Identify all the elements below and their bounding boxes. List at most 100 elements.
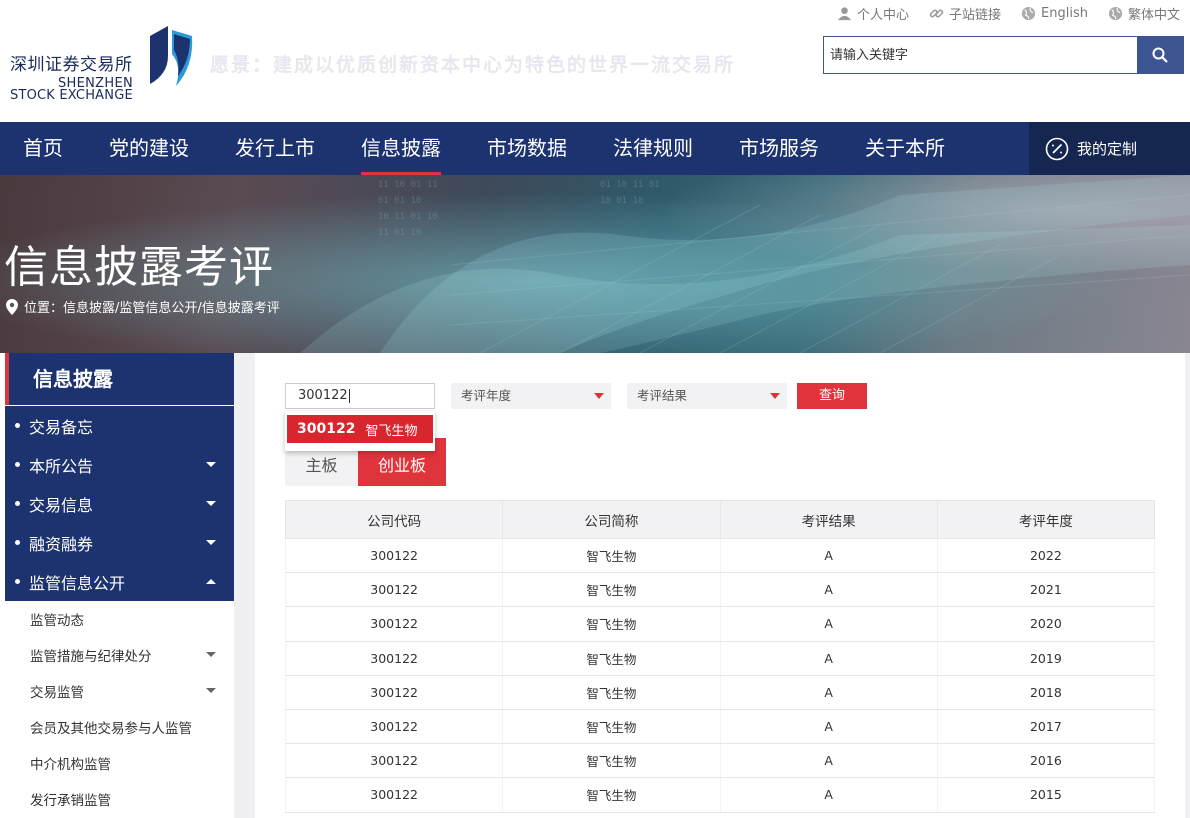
breadcrumb: 位置：信息披露/监管信息公开/信息披露考评 xyxy=(6,297,280,316)
search-icon xyxy=(1152,47,1168,63)
globe-icon xyxy=(1021,6,1036,21)
cell-name[interactable]: 智飞生物 xyxy=(502,572,721,608)
sidebar-subitem-member-supervision[interactable]: 会员及其他交易参与人监管 xyxy=(5,709,234,745)
cell-name[interactable]: 智飞生物 xyxy=(502,743,721,779)
result-select[interactable]: 考评结果 xyxy=(627,383,787,409)
page-banner: 11 10 01 11 01 01 10 10 11 01 10 11 01 10 … xyxy=(0,175,1190,353)
traditional-chinese-link[interactable]: 繁体中文 xyxy=(1108,4,1180,23)
site-header: 深圳证券交易所 SHENZHEN STOCK EXCHANGE 愿景：建成以优质… xyxy=(0,0,1190,122)
sidebar-subitem-label: 交易监管 xyxy=(30,685,84,701)
cell-result: A xyxy=(719,709,938,745)
sidebar-sub-menu: 监管动态 监管措施与纪律处分 交易监管 会员及其他交易参与人监管 中介机构监管 … xyxy=(5,601,234,817)
nav-disclosure[interactable]: 信息披露 xyxy=(338,122,464,175)
bullet-icon xyxy=(15,579,20,584)
site-search xyxy=(823,36,1184,74)
cell-result: A xyxy=(719,743,938,779)
column-header[interactable]: 考评结果 xyxy=(719,500,938,539)
sidebar-subitem-regulatory-news[interactable]: 监管动态 xyxy=(5,601,234,637)
cell-name[interactable]: 智飞生物 xyxy=(502,777,721,813)
breadcrumb-text[interactable]: 位置：信息披露/监管信息公开/信息披露考评 xyxy=(24,297,280,316)
customize-icon xyxy=(1045,137,1069,160)
search-button[interactable] xyxy=(1137,37,1183,73)
logo-english-line2: STOCK EXCHANGE xyxy=(10,88,133,103)
column-header[interactable]: 公司简称 xyxy=(502,500,721,539)
nav-party-building[interactable]: 党的建设 xyxy=(86,122,212,175)
sidebar-item-trading-info[interactable]: 交易信息 xyxy=(5,484,234,523)
nav-about[interactable]: 关于本所 xyxy=(842,122,968,175)
table-row: 300122 智飞生物 A 2022 xyxy=(284,538,1156,574)
location-pin-icon xyxy=(6,298,18,315)
autocomplete-option[interactable]: 300122 智飞生物 xyxy=(287,415,433,443)
cell-name[interactable]: 智飞生物 xyxy=(502,538,721,574)
bullet-icon xyxy=(15,540,20,545)
sidebar-subitem-underwriting-supervision[interactable]: 发行承销监管 xyxy=(5,781,234,817)
chevron-down-icon xyxy=(206,540,216,545)
chevron-down-icon xyxy=(206,462,216,467)
table-row: 300122 智飞生物 A 2017 xyxy=(284,709,1156,745)
svg-text:11 10 01 11: 11 10 01 11 xyxy=(378,180,438,190)
table-row: 300122 智飞生物 A 2021 xyxy=(284,572,1156,608)
sidebar-subitem-trading-supervision[interactable]: 交易监管 xyxy=(5,673,234,709)
sidebar-item-trading-memo[interactable]: 交易备忘 xyxy=(5,406,234,445)
nav-home[interactable]: 首页 xyxy=(0,122,86,175)
column-header[interactable]: 公司代码 xyxy=(284,500,504,539)
cell-name[interactable]: 智飞生物 xyxy=(502,709,721,745)
bullet-icon xyxy=(15,501,20,506)
cell-result: A xyxy=(719,606,938,642)
slogan: 愿景：建成以优质创新资本中心为特色的世界一流交易所 xyxy=(210,54,736,76)
table-row: 300122 智飞生物 A 2019 xyxy=(284,641,1156,676)
cell-name[interactable]: 智飞生物 xyxy=(502,675,721,710)
sidebar-item-label: 交易信息 xyxy=(29,495,94,515)
subsite-links-label: 子站链接 xyxy=(949,8,1002,23)
chevron-up-icon xyxy=(206,579,216,584)
result-select-label: 考评结果 xyxy=(637,388,688,403)
chevron-down-icon xyxy=(206,501,216,506)
nav-market-services[interactable]: 市场服务 xyxy=(716,122,842,175)
personal-center-link[interactable]: 个人中心 xyxy=(837,4,909,23)
english-link[interactable]: English xyxy=(1021,4,1088,23)
sidebar-subitem-intermediary-supervision[interactable]: 中介机构监管 xyxy=(5,745,234,781)
nav-listing[interactable]: 发行上市 xyxy=(212,122,338,175)
option-code: 300122 xyxy=(297,421,356,437)
sidebar-subitem-label: 监管措施与纪律处分 xyxy=(30,649,152,665)
sidebar-item-margin-trading[interactable]: 融资融券 xyxy=(5,523,234,562)
cell-year: 2020 xyxy=(936,606,1156,642)
sidebar-item-announcements[interactable]: 本所公告 xyxy=(5,445,234,484)
nav-rules[interactable]: 法律规则 xyxy=(590,122,716,175)
cell-name[interactable]: 智飞生物 xyxy=(502,606,721,642)
english-label: English xyxy=(1041,6,1088,21)
cell-code: 300122 xyxy=(284,777,504,813)
sidebar-main-menu: 交易备忘 本所公告 交易信息 融资融券 监管信息公开 xyxy=(5,406,234,601)
sidebar: 信息披露 交易备忘 本所公告 交易信息 融资融券 监管信息公开 监管动态 监管措… xyxy=(5,353,234,818)
link-icon xyxy=(929,9,944,18)
nav-market-data[interactable]: 市场数据 xyxy=(464,122,590,175)
globe-icon xyxy=(1108,6,1123,21)
cell-year: 2017 xyxy=(936,709,1156,745)
column-header[interactable]: 考评年度 xyxy=(936,500,1156,539)
svg-text:11 01 10: 11 01 10 xyxy=(378,228,421,238)
cell-year: 2022 xyxy=(936,538,1156,574)
svg-text:01 10 11 01: 01 10 11 01 xyxy=(600,180,660,190)
table-header-row: 公司代码 公司简称 考评结果 考评年度 xyxy=(284,500,1156,539)
cell-code: 300122 xyxy=(284,641,504,676)
sidebar-subitem-disciplinary-actions[interactable]: 监管措施与纪律处分 xyxy=(5,637,234,673)
my-custom-button[interactable]: 我的定制 xyxy=(1029,122,1190,175)
cell-result: A xyxy=(719,572,938,608)
sidebar-item-regulatory-disclosure[interactable]: 监管信息公开 xyxy=(5,562,234,601)
evaluation-table: 公司代码 公司简称 考评结果 考评年度 300122 智飞生物 A 2022 3001… xyxy=(284,500,1156,813)
szse-logo[interactable]: 深圳证券交易所 SHENZHEN STOCK EXCHANGE xyxy=(8,26,198,106)
company-code-input[interactable]: 300122 xyxy=(285,383,435,409)
user-icon xyxy=(837,7,852,21)
cell-name[interactable]: 智飞生物 xyxy=(502,641,721,676)
cell-code: 300122 xyxy=(284,606,504,642)
table-row: 300122 智飞生物 A 2020 xyxy=(284,606,1156,642)
subsite-links-link[interactable]: 子站链接 xyxy=(929,4,1001,23)
year-select[interactable]: 考评年度 xyxy=(451,383,611,409)
my-custom-label: 我的定制 xyxy=(1077,140,1138,158)
table-row: 300122 智飞生物 A 2015 xyxy=(284,777,1156,813)
chevron-down-icon xyxy=(770,393,780,399)
cell-result: A xyxy=(719,675,938,710)
query-button[interactable]: 查询 xyxy=(797,383,867,409)
search-input[interactable] xyxy=(824,37,1137,73)
svg-text:01 01 10: 01 01 10 xyxy=(378,196,421,206)
